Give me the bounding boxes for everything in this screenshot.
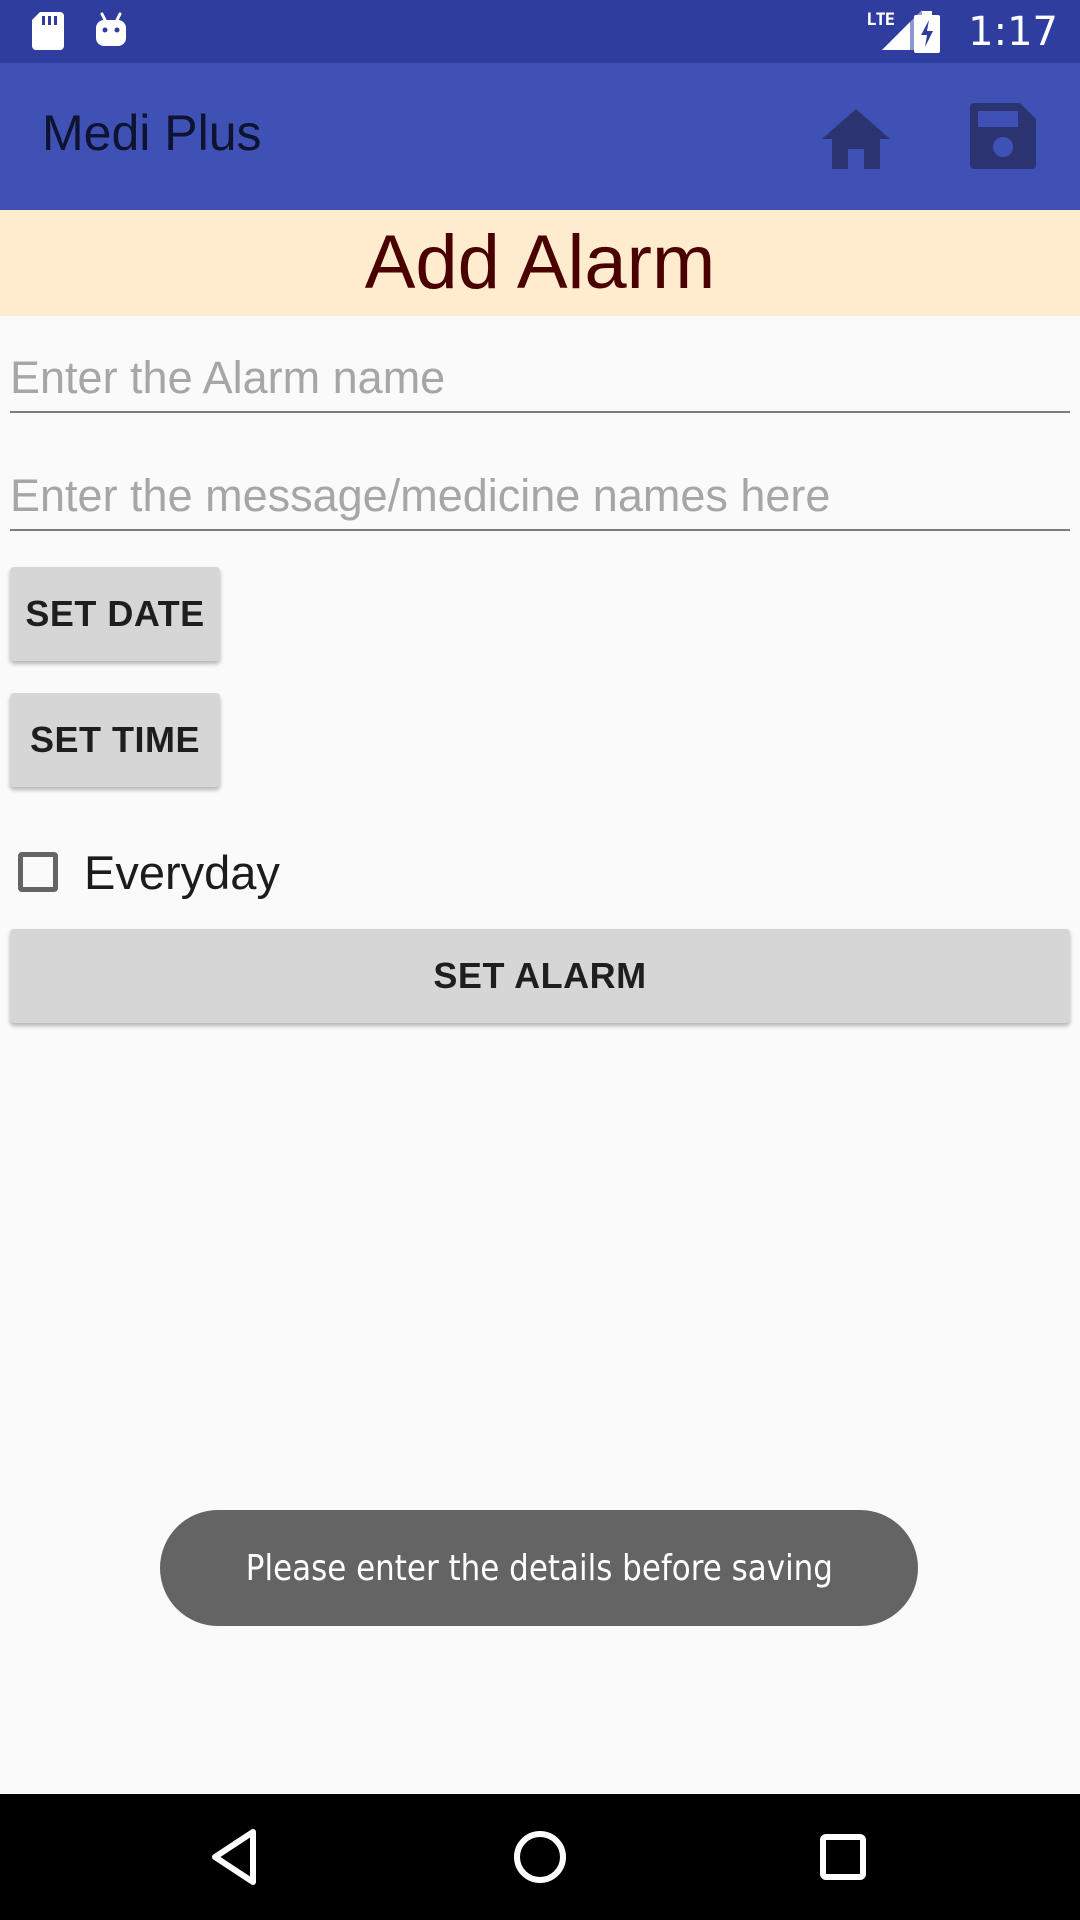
home-circle-icon[interactable] — [507, 1824, 573, 1890]
android-icon — [94, 12, 128, 53]
message-input[interactable] — [10, 463, 1070, 531]
sd-card-icon — [32, 12, 64, 55]
battery-charging-icon — [914, 11, 940, 58]
everyday-checkbox[interactable] — [18, 852, 58, 892]
status-time: 1:17 — [968, 9, 1058, 55]
nav-bar — [0, 1794, 1080, 1920]
recents-icon[interactable] — [810, 1824, 876, 1890]
status-bar: LTE 1:17 — [0, 0, 1080, 63]
app-bar: Medi Plus — [0, 63, 1080, 210]
everyday-label: Everyday — [84, 845, 280, 899]
everyday-checkbox-row[interactable]: Everyday — [18, 842, 280, 902]
set-date-button[interactable]: SET DATE — [10, 567, 220, 661]
page-title: Add Alarm — [364, 220, 716, 305]
toast: Please enter the details before saving — [160, 1510, 918, 1626]
save-icon[interactable] — [970, 103, 1042, 175]
app-title: Medi Plus — [42, 105, 262, 161]
set-time-button[interactable]: SET TIME — [10, 693, 220, 787]
toast-message: Please enter the details before saving — [245, 1547, 833, 1589]
header-band: Add Alarm — [0, 210, 1080, 316]
home-icon[interactable] — [820, 103, 892, 175]
screen: LTE 1:17 Medi Plus Add Alarm Enter the A… — [0, 0, 1080, 1920]
set-alarm-button[interactable]: SET ALARM — [10, 929, 1070, 1023]
back-icon[interactable] — [203, 1824, 269, 1890]
alarm-name-input[interactable] — [10, 345, 1070, 413]
